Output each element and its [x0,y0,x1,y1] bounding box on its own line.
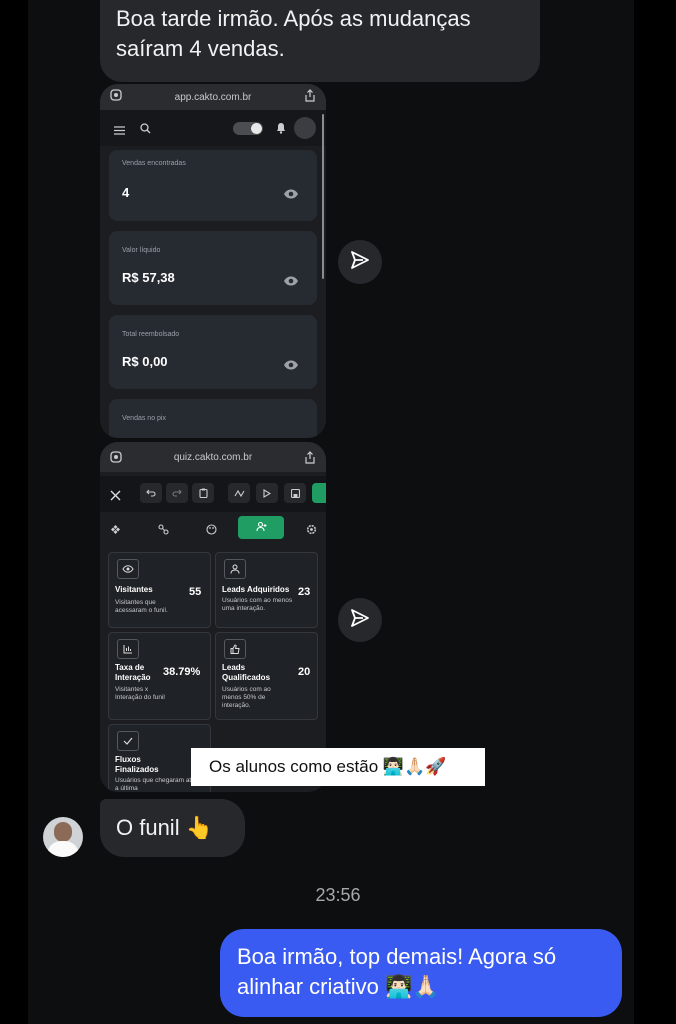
card-value: R$ 57,38 [122,270,175,285]
message-text: O funil 👆 [116,815,214,840]
forward-button-2[interactable] [338,598,382,642]
search-icon[interactable] [140,121,151,139]
card-label: Vendas no pix [122,415,166,422]
message-bubble-reply[interactable]: Boa irmão, top demais! Agora só alinhar … [220,929,622,1017]
theme-toggle[interactable] [233,122,263,135]
eye-icon [117,559,139,579]
eye-icon[interactable] [283,273,299,291]
save-button[interactable] [284,483,306,503]
forward-button-1[interactable] [338,240,382,284]
play-button[interactable] [256,483,278,503]
menu-icon[interactable] [114,122,125,140]
bell-icon[interactable] [276,121,286,139]
card-desc: Visitantes que acessaram o funil. [115,599,168,614]
card-title: Leads Adquiridos [222,585,290,594]
thumbs-up-icon [224,639,246,659]
quiz-card-visitors: Visitantes 55 Visitantes que acessaram o… [108,552,211,628]
check-icon [117,731,139,751]
eye-icon[interactable] [283,357,299,375]
card-title: Visitantes [115,585,153,594]
card-desc: Visitantes x Interação do funil [115,686,165,701]
sticker-text: Os alunos como estão 👨🏻‍💻🙏🏻🚀 [209,757,447,776]
flow-button[interactable] [228,483,250,503]
user-icon [224,559,246,579]
card-value: 55 [189,586,202,598]
quiz-card-qualified-leads: Leads Qualificados 20 Usuários com ao me… [215,632,318,720]
card-value: R$ 0,00 [122,354,168,369]
avatar[interactable] [294,117,316,139]
undo-button[interactable] [140,483,162,503]
stat-card-pix-sales: Vendas no pix [109,399,317,438]
message-text: Boa tarde irmão. Após as mudanças saíram… [116,6,471,61]
shared-screenshot-quiz[interactable]: quiz.cakto.com.br Visitantes 55 Visitant… [100,442,326,792]
timestamp: 23:56 [315,885,361,905]
card-label: Vendas encontradas [122,160,186,167]
stat-card-refunded: Total reembolsado R$ 0,00 [109,315,317,389]
tab-components-icon[interactable] [110,522,121,540]
card-label: Total reembolsado [122,331,180,338]
share-icon [304,451,316,467]
url-text: quiz.cakto.com.br [173,451,253,463]
send-icon [350,250,370,275]
tab-palette-icon[interactable] [206,522,217,540]
app-header [100,110,326,146]
card-desc: Usuários que chegaram até a última [115,777,195,792]
card-title: Leads Qualificados [222,663,271,682]
close-icon[interactable] [110,488,121,506]
browser-url-bar: quiz.cakto.com.br [100,442,326,472]
avatar[interactable] [43,817,83,857]
quiz-card-leads: Leads Adquiridos 23 Usuários com ao meno… [215,552,318,628]
message-text: Boa irmão, top demais! Agora só alinhar … [237,944,557,999]
card-value: 23 [298,586,311,598]
scrollbar[interactable] [322,114,324,279]
card-value: 4 [122,185,130,200]
redo-button[interactable] [166,483,188,503]
card-label: Valor líquido [122,247,161,254]
tab-settings-icon[interactable] [306,522,317,540]
chart-icon [117,639,139,659]
share-icon [304,89,316,105]
user-plus-icon [255,519,267,537]
shared-screenshot-sales[interactable]: app.cakto.com.br Vendas encontradas 4 Va… [100,84,326,438]
card-value: 38.79% [163,666,201,678]
editor-tabs [100,516,326,542]
card-desc: Usuários com ao menos uma interação. [222,597,293,612]
publish-button[interactable] [312,483,326,503]
tab-link-icon[interactable] [158,522,169,540]
text-sticker: Os alunos como estão 👨🏻‍💻🙏🏻🚀 [191,748,485,786]
send-icon [350,608,370,633]
editor-toolbar [100,476,326,512]
eye-icon[interactable] [283,186,299,204]
tab-leads-active[interactable] [238,516,284,539]
card-title: Fluxos Finalizados [115,755,159,774]
browser-tabs-icon [110,89,122,104]
browser-tabs-icon [110,451,122,466]
url-text: app.cakto.com.br [174,91,252,103]
clipboard-button[interactable] [192,483,214,503]
card-value: 20 [298,666,311,678]
card-desc: Usuários com ao menos 50% de interação. [222,686,271,709]
message-bubble-funnel[interactable]: O funil 👆 [100,799,245,857]
stat-card-sales-found: Vendas encontradas 4 [109,150,317,221]
message-bubble-top[interactable]: Boa tarde irmão. Após as mudanças saíram… [100,0,540,82]
quiz-card-interaction-rate: Taxa de Interação 38.79% Visitantes x In… [108,632,211,720]
card-title: Taxa de Interação [115,663,151,682]
browser-url-bar: app.cakto.com.br [100,84,326,110]
stat-card-net-value: Valor líquido R$ 57,38 [109,231,317,305]
